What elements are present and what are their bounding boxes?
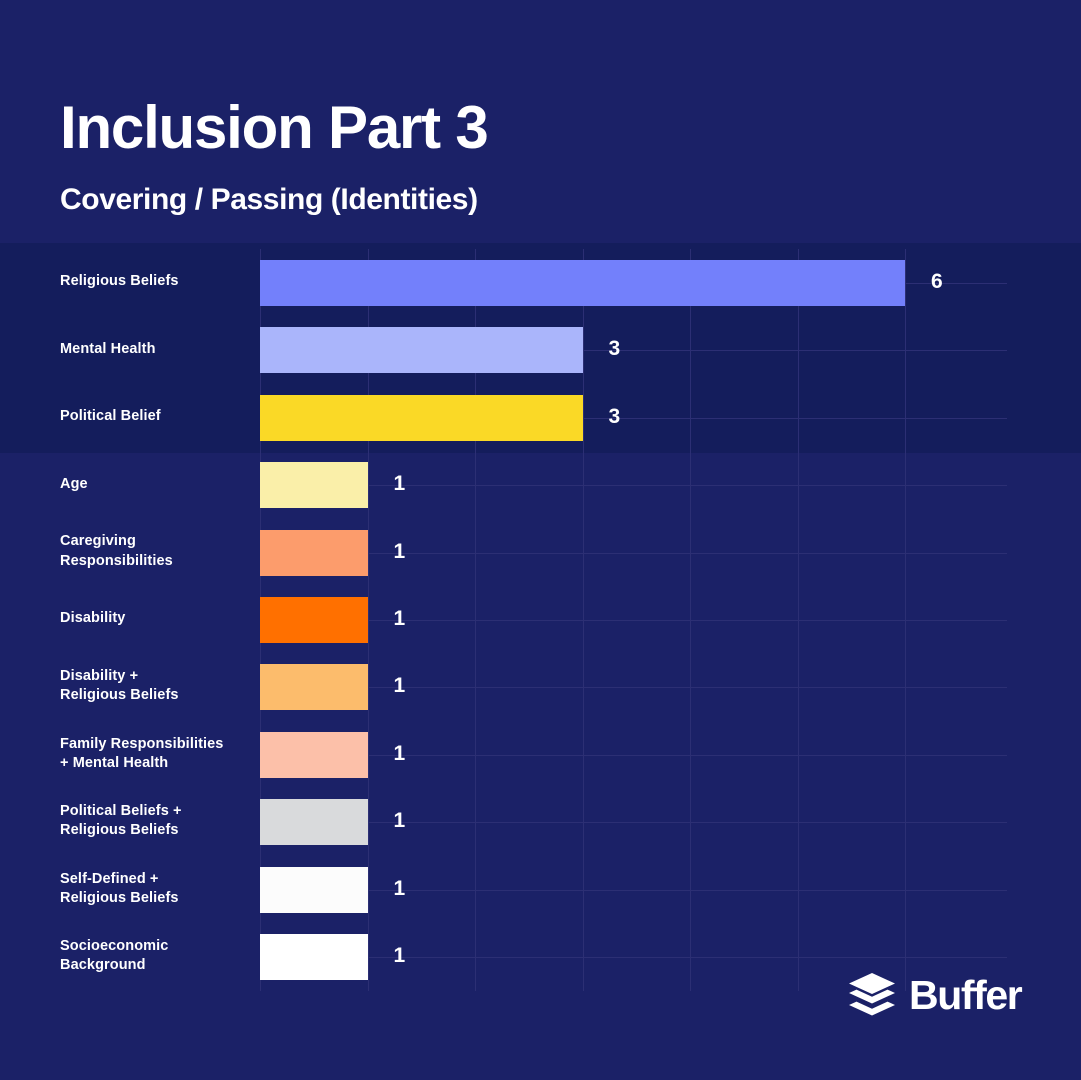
category-label-line: + Mental Health xyxy=(60,754,169,771)
bar-value-label: 1 xyxy=(393,741,406,765)
y-gridline xyxy=(260,822,1007,823)
y-gridline xyxy=(260,755,1007,756)
category-label-line: Religious Beliefs xyxy=(60,889,179,906)
bar xyxy=(260,731,368,778)
bar xyxy=(260,664,368,711)
bar-value-label: 1 xyxy=(393,472,406,496)
y-gridline xyxy=(260,553,1007,554)
category-label: Family Responsibilities + Mental Health xyxy=(60,735,255,773)
category-label-line: Self-Defined + xyxy=(60,870,159,887)
bar-value-label: 1 xyxy=(393,876,406,900)
bar-value-label: 3 xyxy=(608,404,621,428)
category-label-line: Responsibilities xyxy=(60,552,173,569)
bar-chart: Religious Beliefs 6 Mental Health 3 Politica… xyxy=(0,0,1081,1080)
y-gridline xyxy=(260,620,1007,621)
category-label-line: Socioeconomic xyxy=(60,938,169,955)
bar-value-label: 1 xyxy=(393,809,406,833)
category-label-line: Religious Beliefs xyxy=(60,273,179,290)
bar xyxy=(260,866,368,913)
category-label: Disability xyxy=(60,609,255,628)
category-label-line: Caregiving xyxy=(60,533,136,550)
category-label-line: Mental Health xyxy=(60,340,156,357)
buffer-logo: Buffer xyxy=(848,971,1023,1018)
category-label: Self-Defined + Religious Beliefs xyxy=(60,870,255,908)
bar-value-label: 1 xyxy=(393,674,406,698)
category-label-line: Political Beliefs + xyxy=(60,803,182,820)
y-gridline xyxy=(260,485,1007,486)
category-label: Socioeconomic Background xyxy=(60,937,255,975)
buffer-wordmark: Buffer xyxy=(909,971,1023,1018)
category-label: Disability + Religious Beliefs xyxy=(60,667,255,705)
y-gridline xyxy=(260,687,1007,688)
category-label: Political Belief xyxy=(60,407,255,426)
bar-value-label: 1 xyxy=(393,606,406,630)
category-label-line: Political Belief xyxy=(60,408,161,425)
category-label: Political Beliefs + Religious Beliefs xyxy=(60,802,255,840)
category-label-line: Age xyxy=(60,475,88,492)
category-label-line: Disability xyxy=(60,610,126,627)
bar-value-label: 6 xyxy=(931,269,943,293)
bar xyxy=(260,934,368,981)
bar xyxy=(260,259,905,306)
infographic-canvas: Inclusion Part 3 Covering / Passing (Ide… xyxy=(0,0,1081,1080)
bar-value-label: 1 xyxy=(393,944,406,968)
bar xyxy=(260,394,583,441)
category-label-line: Religious Beliefs xyxy=(60,687,179,704)
category-label: Caregiving Responsibilities xyxy=(60,532,255,570)
y-gridline xyxy=(260,890,1007,891)
bar xyxy=(260,327,583,374)
category-label-line: Background xyxy=(60,957,146,974)
category-label: Age xyxy=(60,475,255,494)
buffer-layers-icon xyxy=(849,973,895,1016)
category-label: Mental Health xyxy=(60,340,255,359)
category-label-line: Family Responsibilities xyxy=(60,735,224,752)
bar xyxy=(260,596,368,643)
bar xyxy=(260,529,368,576)
category-label-line: Religious Beliefs xyxy=(60,822,179,839)
bar xyxy=(260,462,368,509)
category-label-line: Disability + xyxy=(60,668,139,685)
y-gridline xyxy=(260,957,1007,958)
category-label: Religious Beliefs xyxy=(60,272,255,291)
bar-value-label: 1 xyxy=(393,539,406,563)
bar xyxy=(260,799,368,846)
bar-value-label: 3 xyxy=(608,337,621,361)
